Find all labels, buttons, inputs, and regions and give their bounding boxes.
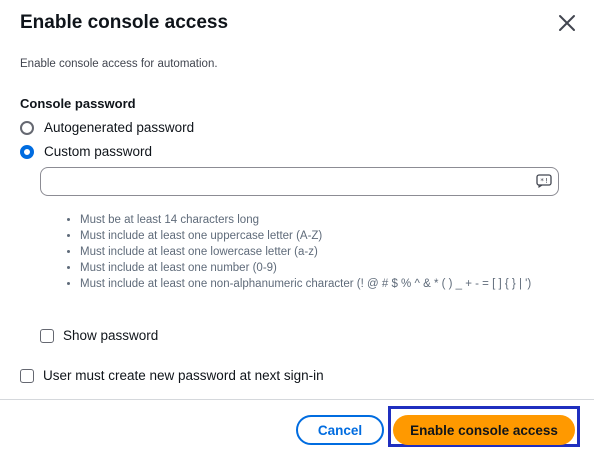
- radio-label: Autogenerated password: [44, 120, 195, 135]
- dialog-title: Enable console access: [20, 12, 229, 33]
- password-generate-icon[interactable]: *!: [536, 174, 552, 189]
- password-rule: Must include at least one number (0-9): [80, 260, 580, 276]
- radio-label: Custom password: [44, 144, 153, 159]
- cancel-button[interactable]: Cancel: [296, 415, 384, 445]
- dialog-description: Enable console access for automation.: [20, 58, 218, 70]
- close-icon: [559, 15, 575, 31]
- enable-console-access-button[interactable]: Enable console access: [393, 415, 575, 445]
- radio-custom-password[interactable]: Custom password: [20, 143, 152, 161]
- show-password-checkbox[interactable]: Show password: [40, 327, 158, 345]
- require-password-reset-checkbox[interactable]: User must create new password at next si…: [20, 367, 324, 385]
- console-password-label: Console password: [20, 96, 136, 111]
- radio-autogenerated-password[interactable]: Autogenerated password: [20, 119, 194, 137]
- password-rule: Must include at least one lowercase lett…: [80, 244, 580, 260]
- checkbox[interactable]: [20, 369, 34, 383]
- custom-password-input[interactable]: [51, 171, 535, 193]
- footer-divider: [0, 399, 594, 400]
- close-button[interactable]: [556, 12, 578, 34]
- svg-text:*!: *!: [540, 177, 548, 185]
- checkbox-label: User must create new password at next si…: [43, 368, 324, 383]
- enable-console-access-dialog: Enable console access Enable console acc…: [0, 0, 594, 454]
- checkbox-label: Show password: [63, 328, 159, 343]
- password-requirements-list: Must be at least 14 characters long Must…: [64, 212, 580, 292]
- radio-button[interactable]: [20, 121, 34, 135]
- radio-button-selected[interactable]: [20, 145, 34, 159]
- password-rule: Must be at least 14 characters long: [80, 212, 580, 228]
- password-rule: Must include at least one uppercase lett…: [80, 228, 580, 244]
- password-rule: Must include at least one non-alphanumer…: [80, 276, 580, 292]
- custom-password-field[interactable]: *!: [40, 167, 559, 196]
- checkbox[interactable]: [40, 329, 54, 343]
